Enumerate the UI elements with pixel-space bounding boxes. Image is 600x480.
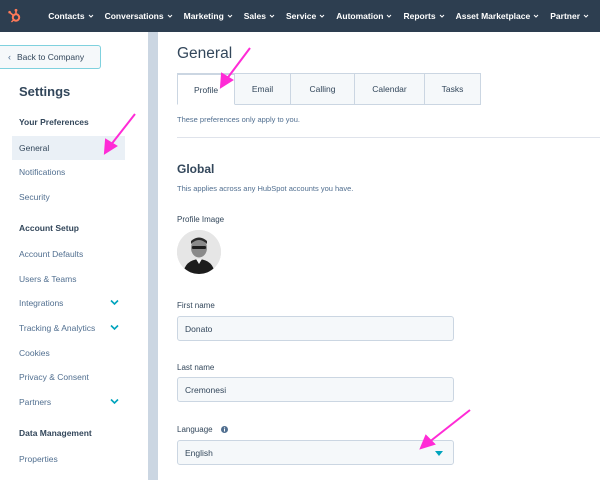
global-section-subtitle: This applies across any HubSpot accounts… [177, 184, 354, 193]
nav-marketing[interactable]: Marketing [184, 11, 233, 21]
settings-sidebar: ‹ Back to Company Settings Your Preferen… [0, 32, 148, 480]
chevron-down-icon [387, 14, 392, 18]
settings-title: Settings [19, 84, 71, 99]
nav-asset-marketplace[interactable]: Asset Marketplace [456, 11, 540, 21]
top-navigation: Contacts Conversations Marketing Sales S… [0, 0, 600, 32]
language-label-text: Language [177, 425, 213, 434]
chevron-down-icon [533, 14, 539, 18]
chevron-down-icon [583, 14, 589, 18]
nav-sales[interactable]: Sales [244, 11, 275, 21]
tab-label: Calling [309, 84, 336, 94]
person-photo-icon [177, 230, 221, 274]
sidebar-item-account-defaults[interactable]: Account Defaults [12, 242, 125, 266]
nav-service[interactable]: Service [286, 11, 325, 21]
chevron-left-icon: ‹ [8, 52, 11, 62]
nav-reports[interactable]: Reports [403, 11, 444, 21]
tab-label: Tasks [441, 84, 464, 94]
chevron-down-icon [167, 14, 172, 18]
sidebar-item-label: Security [19, 192, 50, 202]
chevron-down-icon [319, 14, 325, 18]
profile-avatar[interactable] [177, 230, 221, 274]
chevron-down-icon [227, 14, 233, 18]
nav-automation[interactable]: Automation [336, 11, 392, 21]
tab-email[interactable]: Email [235, 73, 291, 105]
sidebar-item-tracking-analytics[interactable]: Tracking & Analytics [12, 316, 125, 340]
info-icon[interactable] [220, 426, 228, 433]
tab-label: Email [251, 84, 274, 94]
sidebar-item-label: Properties [19, 454, 58, 464]
caret-down-icon [435, 451, 443, 456]
tab-label: Profile [193, 84, 219, 95]
chevron-down-icon[interactable] [110, 398, 119, 405]
nav-label: Reports [403, 11, 436, 21]
sidebar-item-label: Account Defaults [19, 249, 84, 259]
sidebar-item-cookies[interactable]: Cookies [12, 341, 125, 365]
main-content: General Profile Email Calling Calendar T… [158, 32, 600, 480]
sidebar-item-general[interactable]: General [12, 136, 125, 160]
last-name-input[interactable] [177, 377, 454, 402]
chevron-down-icon[interactable] [110, 299, 119, 306]
sidebar-item-label: Partners [19, 397, 52, 407]
sidebar-scrollbar[interactable] [148, 32, 158, 480]
sidebar-item-security[interactable]: Security [12, 185, 125, 209]
sidebar-item-label: Cookies [19, 348, 50, 358]
first-name-input[interactable] [177, 316, 454, 341]
chevron-down-icon[interactable] [110, 324, 119, 331]
last-name-label: Last name [177, 363, 215, 372]
back-button-label: Back to Company [17, 52, 85, 62]
chevron-down-icon [88, 14, 93, 18]
tab-calendar[interactable]: Calendar [355, 73, 425, 105]
first-name-label: First name [177, 301, 215, 310]
sidebar-item-label: Privacy & Consent [19, 372, 89, 382]
preferences-note: These preferences only apply to you. [177, 115, 300, 124]
nav-label: Service [285, 11, 317, 21]
hubspot-logo[interactable] [0, 0, 30, 32]
sidebar-item-partners[interactable]: Partners [12, 390, 125, 414]
nav-label: Marketing [183, 11, 224, 21]
sidebar-item-integrations[interactable]: Integrations [12, 291, 125, 315]
sidebar-item-label: Integrations [19, 298, 64, 308]
sidebar-item-label: Users & Teams [19, 274, 77, 284]
nav-label: Asset Marketplace [455, 11, 531, 21]
nav-label: Conversations [104, 11, 164, 21]
section-divider [177, 137, 600, 138]
nav-conversations[interactable]: Conversations [105, 11, 173, 21]
page-title: General [177, 45, 233, 62]
nav-contacts[interactable]: Contacts [48, 11, 93, 21]
tab-profile[interactable]: Profile [177, 73, 235, 105]
global-section-title: Global [177, 162, 215, 176]
sidebar-item-label: Notifications [19, 167, 66, 177]
section-heading-data-management: Data Management [19, 428, 92, 438]
nav-label: Automation [336, 11, 384, 21]
section-heading-your-preferences: Your Preferences [19, 117, 89, 127]
sidebar-item-privacy-consent[interactable]: Privacy & Consent [12, 365, 125, 389]
nav-label: Sales [243, 11, 266, 21]
language-select-value: English [185, 447, 213, 458]
sidebar-item-label: Tracking & Analytics [19, 323, 96, 333]
tab-tasks[interactable]: Tasks [425, 73, 481, 105]
language-select[interactable]: English [177, 440, 454, 465]
nav-partner[interactable]: Partner [550, 11, 589, 21]
nav-label: Contacts [48, 11, 85, 21]
tab-label: Calendar [372, 84, 407, 94]
hubspot-sprocket-icon [8, 8, 21, 23]
sidebar-item-users-teams[interactable]: Users & Teams [12, 267, 125, 291]
chevron-down-icon [439, 14, 444, 18]
sidebar-item-label: General [19, 143, 50, 153]
sidebar-item-properties[interactable]: Properties [12, 447, 125, 471]
nav-label: Partner [550, 11, 580, 21]
sidebar-item-notifications[interactable]: Notifications [12, 160, 125, 184]
tab-calling[interactable]: Calling [291, 73, 355, 105]
back-to-company-button[interactable]: ‹ Back to Company [0, 45, 101, 69]
chevron-down-icon [269, 14, 275, 18]
profile-image-label: Profile Image [177, 215, 225, 224]
language-label: Language [177, 425, 228, 434]
settings-tabs: Profile Email Calling Calendar Tasks [177, 73, 481, 105]
section-heading-account-setup: Account Setup [19, 223, 79, 233]
